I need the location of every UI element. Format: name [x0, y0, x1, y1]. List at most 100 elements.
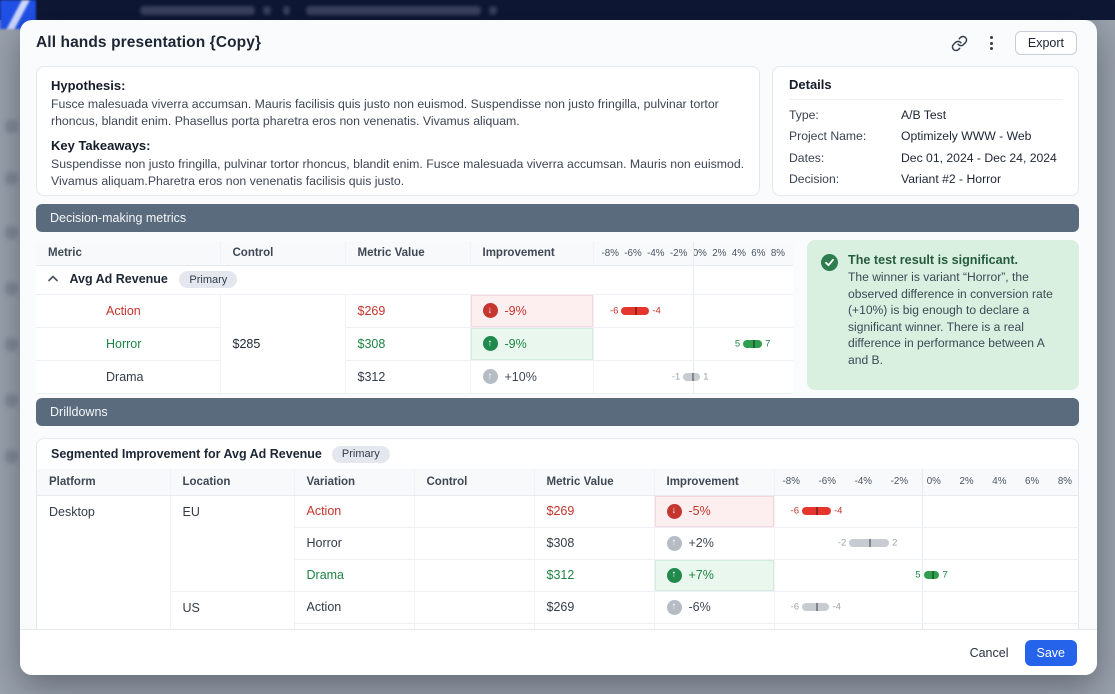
interval-bar	[849, 539, 889, 547]
details-card: Details Type: A/B Test Project Name: Opt…	[772, 66, 1079, 196]
breadcrumb-blur	[140, 6, 255, 15]
sidebar-icon-blur	[5, 282, 18, 295]
sidebar-icon-blur	[5, 338, 18, 351]
chart-cell-empty	[593, 265, 793, 294]
col-header-variation: Variation	[294, 469, 414, 495]
chart-axis: -8%-6%-4%-2%0%2%4%6%8%	[775, 469, 1080, 495]
improvement-value: -5%	[689, 504, 711, 518]
significance-body: The winner is variant “Horror”, the obse…	[848, 269, 1065, 368]
modal-footer: Cancel Save	[20, 629, 1097, 675]
sidebar-icon-blur	[5, 450, 18, 463]
bar-right-label: 1	[700, 371, 708, 382]
axis-tick-label: 6%	[751, 248, 765, 259]
chart-cell: -6-4	[774, 495, 1079, 527]
bar-left-label: -1	[672, 371, 683, 382]
segment-row: Desktop EU Action $269 ↓-5% -6-4	[37, 495, 1079, 527]
axis-tick-label: -2%	[670, 248, 687, 259]
detail-row-decision: Decision: Variant #2 - Horror	[789, 172, 1062, 186]
metric-group-name: Avg Ad Revenue	[69, 272, 167, 286]
bar-left-label: -6	[791, 506, 802, 517]
chart-cell: -1 1	[593, 360, 793, 393]
interval-bar	[743, 340, 762, 348]
share-link-button[interactable]	[951, 35, 968, 52]
arrow-up-icon: ↑	[667, 568, 682, 583]
arrow-up-icon: ↑	[483, 369, 498, 384]
chart-cell: -6-4	[774, 591, 1079, 623]
save-button[interactable]: Save	[1025, 640, 1078, 666]
detail-label: Type:	[789, 108, 901, 122]
primary-badge: Primary	[332, 446, 390, 463]
control-cell	[414, 495, 534, 527]
metric-group-cell: Avg Ad Revenue Primary	[36, 265, 593, 294]
breadcrumb-caret-blur	[489, 6, 497, 15]
axis-tick-label: 2%	[712, 248, 726, 259]
improvement-value: -9%	[505, 304, 527, 318]
detail-value: Optimizely WWW - Web	[901, 129, 1031, 143]
metric-value: $312	[345, 360, 470, 393]
control-cell	[414, 591, 534, 623]
decision-metrics-table: Metric Control Metric Value Improvement …	[36, 242, 793, 394]
more-options-button[interactable]	[986, 34, 997, 52]
improvement-value: +2%	[689, 536, 714, 550]
variation-name: Horror	[294, 527, 414, 559]
improvement-interval-chart: -22	[775, 528, 1080, 559]
axis-tick-label: 8%	[771, 248, 785, 259]
results-modal: All hands presentation {Copy} Export Hyp…	[20, 20, 1097, 675]
bar-left-label: 5	[735, 338, 743, 349]
col-header-improvement: Improvement	[470, 242, 593, 265]
table-row-drama: Drama $312 ↑+10% -1 1	[36, 360, 793, 393]
improvement-value: -9%	[505, 337, 527, 351]
detail-label: Decision:	[789, 172, 901, 186]
variation-name: Horror	[36, 327, 220, 360]
header-actions: Export	[951, 31, 1077, 55]
chart-axis: -8%-6%-4%-2%0%2%4%6%8%	[594, 242, 794, 265]
improvement-value: +7%	[689, 568, 714, 582]
improvement-cell: ↑-9%	[470, 327, 593, 360]
metric-group-row[interactable]: Avg Ad Revenue Primary	[36, 265, 793, 294]
bar-left-label: 5	[915, 570, 923, 581]
detail-value: Variant #2 - Horror	[901, 172, 1001, 186]
axis-tick-label: 8%	[1058, 476, 1072, 487]
bar-right-label: -4	[649, 305, 660, 316]
improvement-cell: ↑+10%	[470, 360, 593, 393]
control-cell	[414, 559, 534, 591]
variation-name: Action	[294, 591, 414, 623]
axis-tick-label: 4%	[732, 248, 746, 259]
improvement-value: -6%	[689, 600, 711, 614]
col-header-location: Location	[170, 469, 294, 495]
page-title: All hands presentation {Copy}	[36, 34, 261, 52]
chart-cell: -6-4	[593, 294, 793, 327]
export-button[interactable]: Export	[1015, 31, 1077, 55]
cancel-button[interactable]: Cancel	[970, 646, 1009, 660]
axis-tick-label: 0%	[693, 248, 707, 259]
breadcrumb-divider-blur	[283, 6, 290, 15]
improvement-interval-chart: -6-4	[775, 592, 1080, 623]
metric-value: $269	[534, 591, 654, 623]
segment-row: US Action $269 ↑-6% -6-4	[37, 591, 1079, 623]
primary-badge: Primary	[179, 271, 237, 288]
axis-tick-label: -6%	[819, 476, 836, 487]
link-icon	[951, 35, 968, 52]
arrow-down-icon: ↓	[667, 504, 682, 519]
interval-bar	[683, 373, 700, 381]
metric-value: $269	[534, 495, 654, 527]
variation-name: Drama	[36, 360, 220, 393]
chart-axis-header: -8%-6%-4%-2%0%2%4%6%8%	[593, 242, 793, 265]
interval-bar	[802, 507, 831, 515]
bar-right-label: 7	[939, 570, 947, 581]
variation-name: Action	[294, 495, 414, 527]
sidebar-icon-blur	[5, 172, 18, 185]
improvement-cell: ↓ -5%	[654, 495, 774, 527]
detail-value: Dec 01, 2024 - Dec 24, 2024	[901, 151, 1057, 165]
sidebar-icon-blur	[5, 394, 18, 407]
chart-cell: -22	[774, 527, 1079, 559]
key-takeaways-body: Suspendisse non justo fringilla, pulvina…	[51, 156, 745, 189]
chevron-up-icon[interactable]	[48, 275, 58, 282]
metric-value: $308	[534, 527, 654, 559]
details-heading: Details	[789, 77, 1062, 100]
col-header-platform: Platform	[37, 469, 170, 495]
arrow-down-icon: ↓	[483, 303, 498, 318]
bar-right-label: 2	[889, 538, 897, 549]
improvement-interval-chart: -1 1	[594, 361, 794, 393]
bar-left-label: -6	[791, 602, 802, 613]
